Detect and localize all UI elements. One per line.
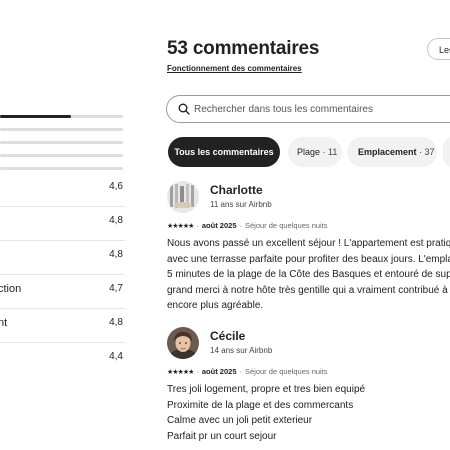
avatar-image <box>167 327 199 359</box>
category-score: 4,4 <box>109 351 123 362</box>
how-reviews-work-link[interactable]: Fonctionnement des commentaires <box>167 64 302 73</box>
review-text-line: Calme avec un joli petit exterieur <box>167 415 313 426</box>
category-label: nt <box>0 317 8 329</box>
category-label: ction <box>0 283 22 295</box>
reviewer-name: Charlotte <box>210 183 263 197</box>
reviewer-name: Cécile <box>210 329 246 343</box>
category-rating-row: 4,8 <box>0 240 125 275</box>
category-score: 4,8 <box>109 215 123 226</box>
filter-chip-label: Tous les commentaires <box>174 147 274 157</box>
category-score: 4,6 <box>109 181 123 192</box>
ratings-summary-panel: 4,6 4,8 4,8 ction 4,7 nt 4,8 4,4 <box>0 0 125 450</box>
review-text: Tres joli logement, propre et tres bien … <box>167 382 365 444</box>
filter-chip-all-reviews[interactable]: Tous les commentaires <box>168 137 280 167</box>
rating-bar-5 <box>0 115 123 118</box>
review-meta: ★★★★★ · août 2025 · Séjour de quelques nuits <box>167 367 328 376</box>
star-rating: ★★★★★ <box>167 369 194 376</box>
filter-chip-label: Plage <box>297 147 321 157</box>
filter-chip-emplacement[interactable]: Emplacement · 37 <box>347 137 437 167</box>
category-score: 4,8 <box>109 249 123 260</box>
filter-chip-plage[interactable]: Plage · 11 <box>288 137 342 167</box>
review-text-line: Tres joli logement, propre et tres bien … <box>167 384 366 395</box>
review-text-line: Proximite de la plage et des commercants <box>167 399 354 411</box>
review-meta: ★★★★★ · août 2025 · Séjour de quelques nuits <box>167 221 328 230</box>
reviews-count-title: 53 commentaires <box>167 38 320 59</box>
reviewer-tenure: 14 ans sur Airbnb <box>210 346 273 355</box>
search-icon <box>178 103 190 115</box>
filter-chip-count: 37 <box>424 147 435 157</box>
filter-chip-label: Emplacement <box>358 147 417 157</box>
category-rating-row: nt 4,8 <box>0 308 125 343</box>
search-reviews-field[interactable] <box>166 95 450 123</box>
rating-bar-1 <box>0 167 123 170</box>
stay-type: Séjour de quelques nuits <box>245 367 328 376</box>
category-score: 4,7 <box>109 283 123 294</box>
reviewer-avatar[interactable] <box>167 327 199 359</box>
rating-bar-4 <box>0 128 123 131</box>
review-date: août 2025 <box>201 221 237 230</box>
rating-bar-fill <box>0 115 72 118</box>
review-text-line: grand merci à notre hôte très gentille q… <box>167 284 448 296</box>
review-text-line: 5 minutes de la plage de la Côte des Bas… <box>167 269 450 280</box>
search-input[interactable] <box>194 100 434 118</box>
review-text-line: Nous avons passé un excellent séjour ! L… <box>167 238 450 249</box>
sort-dropdown-button[interactable]: Les <box>427 38 450 60</box>
review-date: août 2025 <box>201 367 237 376</box>
rating-bar-3 <box>0 141 123 144</box>
category-rating-row: 4,4 <box>0 342 125 376</box>
category-rating-row: 4,6 <box>0 172 125 207</box>
category-rating-row: ction 4,7 <box>0 274 125 309</box>
filter-chip-count: 11 <box>328 147 338 157</box>
review-text-line: encore plus agréable. <box>167 300 264 311</box>
review-text-line: Parfait pr un court sejour <box>167 430 277 442</box>
star-rating: ★★★★★ <box>167 223 194 230</box>
review-text: Nous avons passé un excellent séjour ! L… <box>167 236 450 314</box>
review-text-line: avec une terrasse parfaite pour profiter… <box>167 253 450 265</box>
filter-chip-more[interactable] <box>443 137 450 167</box>
stay-type: Séjour de quelques nuits <box>245 221 328 230</box>
avatar-image <box>167 181 199 213</box>
rating-bar-2 <box>0 154 123 157</box>
reviewer-tenure: 11 ans sur Airbnb <box>210 200 272 209</box>
reviewer-avatar[interactable] <box>167 181 199 213</box>
category-rating-row: 4,8 <box>0 206 125 241</box>
category-score: 4,8 <box>109 317 123 328</box>
